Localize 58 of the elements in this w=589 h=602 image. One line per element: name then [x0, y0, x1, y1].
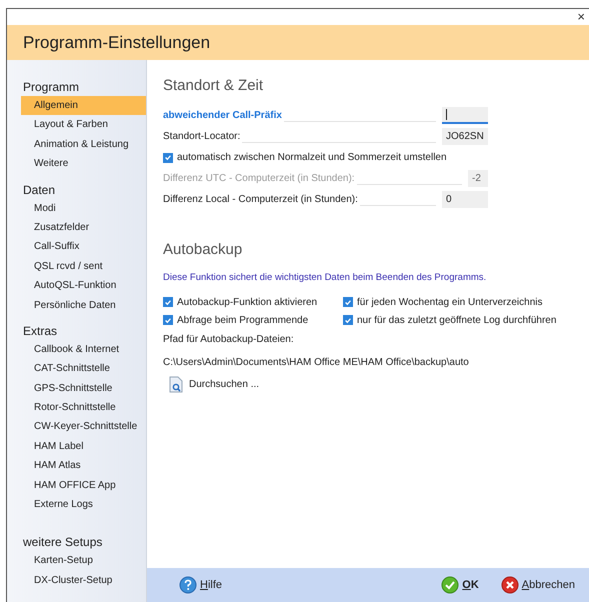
sidebar-item[interactable]: Modi: [7, 198, 146, 218]
sidebar-item[interactable]: GPS-Schnittstelle: [7, 378, 146, 398]
sidebar-item[interactable]: HAM Atlas: [7, 456, 146, 476]
help-button[interactable]: Hilfe: [177, 574, 224, 596]
checkbox-icon[interactable]: [163, 297, 173, 307]
sidebar-item[interactable]: Weitere: [7, 154, 146, 174]
sidebar-item[interactable]: Rotor-Schnittstelle: [7, 398, 146, 418]
sidebar-item[interactable]: HAM OFFICE App: [7, 476, 146, 496]
sidebar-item[interactable]: QSL rcvd / sent: [7, 256, 146, 276]
sidebar-item[interactable]: Callbook & Internet: [7, 340, 146, 360]
path-text: C:\Users\Admin\Documents\HAM Office ME\HAM Office\backup\auto: [163, 357, 469, 368]
field-label: Differenz Local - Computerzeit (in Stunden):: [163, 194, 358, 205]
sidebar-heading: Extras: [22, 322, 58, 340]
checkbox-icon[interactable]: [163, 152, 173, 162]
ok-button[interactable]: OK: [439, 574, 481, 596]
field-label: Differenz UTC - Computerzeit (in Stunden):: [163, 173, 355, 184]
sidebar-heading: Programm: [22, 79, 80, 96]
input-field[interactable]: 0: [442, 191, 488, 208]
help-icon: [179, 576, 197, 594]
sidebar-item[interactable]: Zusatzfelder: [7, 218, 146, 238]
checkbox-icon[interactable]: [163, 315, 173, 325]
close-icon: [500, 576, 519, 594]
sidebar-item[interactable]: Karten-Setup: [7, 551, 146, 571]
sidebar-heading: Daten: [22, 182, 56, 199]
sidebar-item[interactable]: Call-Suffix: [7, 237, 146, 257]
sidebar-heading: weitere Setups: [22, 534, 104, 552]
path-label: Pfad für Autobackup-Dateien:: [163, 334, 294, 345]
checkmark-icon: [441, 576, 460, 594]
sidebar-item[interactable]: Allgemein: [21, 96, 146, 116]
field-link[interactable]: abweichender Call-Präfix: [163, 110, 282, 121]
input-field[interactable]: JO62SN: [442, 128, 488, 145]
sidebar-item[interactable]: CAT-Schnittstelle: [7, 359, 146, 379]
checkbox-icon[interactable]: [343, 315, 353, 325]
checkbox-label: Autobackup-Funktion aktivieren: [177, 296, 318, 308]
checkbox-icon[interactable]: [343, 297, 353, 307]
field-label: Standort-Locator:: [163, 131, 240, 142]
input-field[interactable]: [442, 107, 488, 124]
close-button[interactable]: ×: [573, 9, 589, 25]
checkbox-label: automatisch zwischen Normalzeit und Sommerzeit umstellen: [177, 152, 447, 163]
section-heading: Autobackup: [163, 240, 242, 260]
sidebar-item[interactable]: Externe Logs: [7, 495, 146, 514]
sidebar-item[interactable]: Persönliche Daten: [7, 296, 146, 315]
sidebar-item[interactable]: CW-Keyer-Schnittstelle: [7, 417, 146, 437]
sidebar-item[interactable]: Animation & Leistung: [7, 134, 146, 154]
sidebar-item[interactable]: Layout & Farben: [7, 115, 146, 135]
checkbox-label: Abfrage beim Programmende: [177, 314, 308, 326]
section-heading: Standort & Zeit: [163, 76, 264, 96]
sidebar-item[interactable]: DX-Cluster-Setup: [7, 570, 146, 590]
sidebar-item[interactable]: HAM Label: [7, 436, 146, 456]
sidebar-item[interactable]: AutoQSL-Funktion: [7, 276, 146, 296]
browse-button[interactable]: Durchsuchen ...: [163, 374, 260, 395]
document-search-icon: [169, 376, 183, 393]
checkbox-label: für jeden Wochentag ein Unterverzeichnis: [357, 296, 542, 308]
window-title: Programm-Einstellungen: [23, 32, 210, 52]
checkbox-label: nur für das zuletzt geöffnete Log durchführen: [357, 314, 556, 326]
cancel-button[interactable]: Abbrechen: [498, 574, 577, 596]
checkbox[interactable]: automatisch zwischen Normalzeit und Sommerzeit umstellen: [163, 147, 488, 168]
info-text: Diese Funktion sichert die wichtigsten Daten beim Beenden des Programms.: [163, 272, 486, 283]
